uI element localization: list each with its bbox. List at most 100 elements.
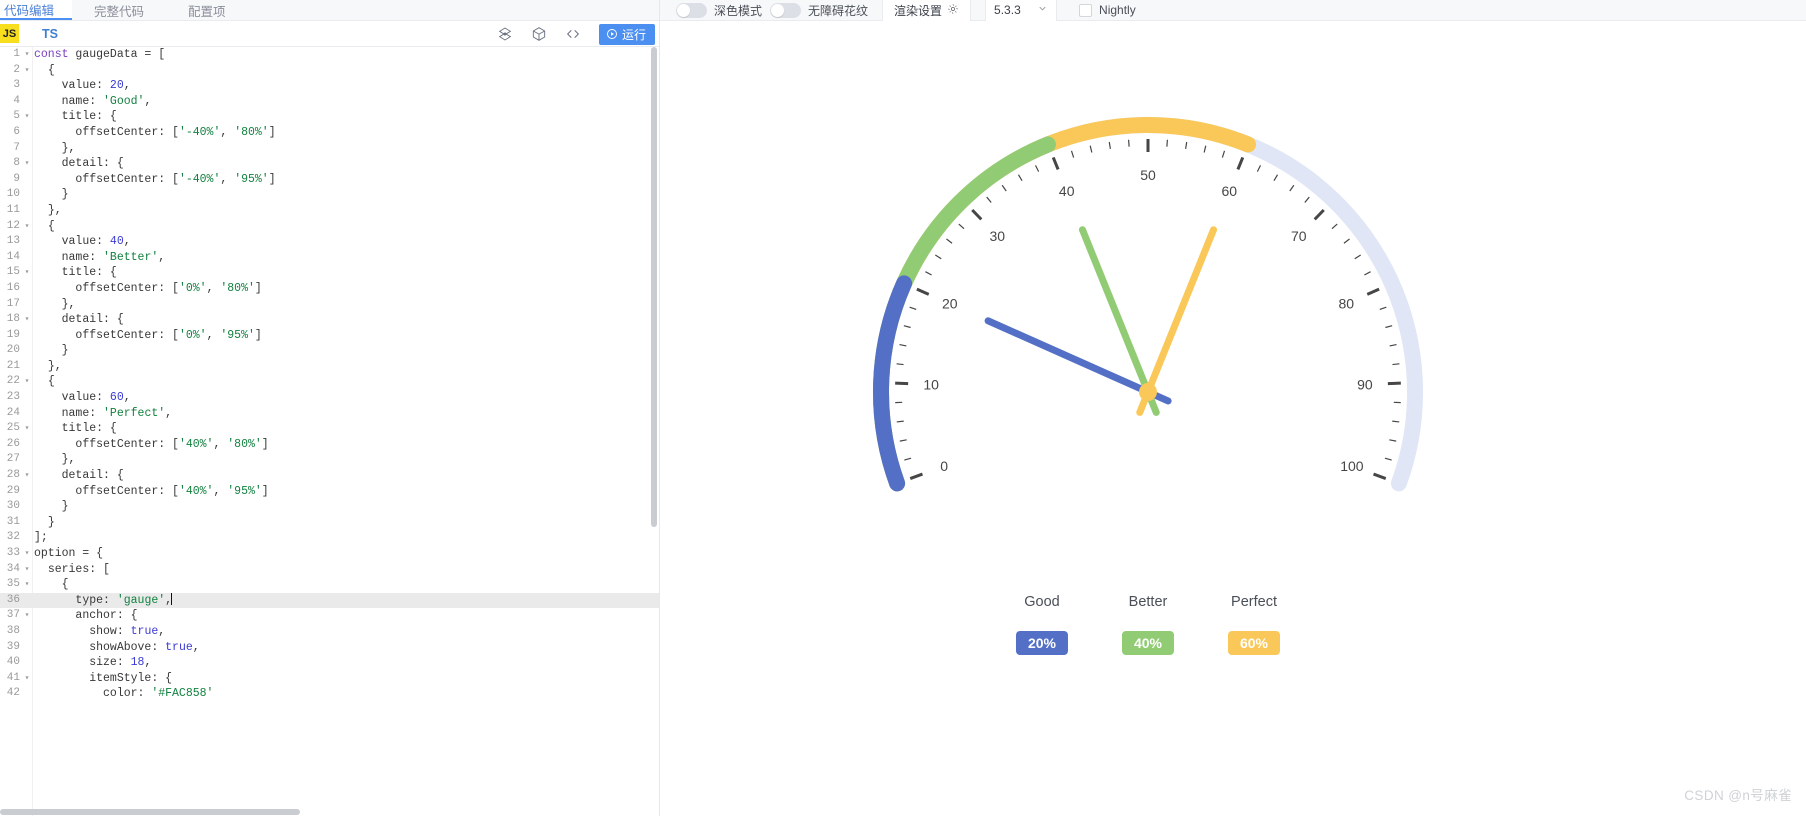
code-line[interactable]: 17 },	[0, 297, 659, 313]
code-line[interactable]: 30 }	[0, 499, 659, 515]
code-line-number: 27	[6, 453, 20, 466]
code-line[interactable]: 40 size: 18,	[0, 655, 659, 671]
gauge-minor-tick	[1392, 420, 1400, 423]
code-line-number: 41	[6, 671, 20, 684]
language-ts-button[interactable]: TS	[42, 27, 58, 41]
code-line[interactable]: 16 offsetCenter: ['0%', '80%']	[0, 281, 659, 297]
editor-scrollbar-thumb[interactable]	[651, 47, 657, 527]
code-line[interactable]: 34 ▾ series: [	[0, 562, 659, 578]
code-line-number: 19	[6, 328, 20, 341]
fold-caret-icon[interactable]: ▾	[22, 156, 32, 172]
gauge-minor-tick	[1070, 150, 1075, 158]
accessible-pattern-switch[interactable]	[770, 2, 802, 18]
code-line[interactable]: 33 ▾ option = {	[0, 546, 659, 562]
gauge-minor-tick	[946, 238, 953, 244]
code-line[interactable]: 1 ▾ const gaugeData = [	[0, 47, 659, 63]
code-line[interactable]: 22 ▾ {	[0, 374, 659, 390]
fold-caret-icon[interactable]: ▾	[22, 265, 32, 281]
fold-caret-icon[interactable]: ▾	[22, 608, 32, 624]
code-line[interactable]: 9 offsetCenter: ['-40%', '95%']	[0, 172, 659, 188]
code-line-text: title: {	[61, 266, 117, 280]
gauge-minor-tick	[1304, 196, 1310, 203]
gauge-minor-tick	[896, 363, 904, 366]
fold-caret-icon[interactable]: ▾	[22, 109, 32, 125]
code-line[interactable]: 39 showAbove: true,	[0, 640, 659, 656]
code-line[interactable]: 29 offsetCenter: ['40%', '95%']	[0, 484, 659, 500]
fold-caret-icon[interactable]: ▾	[22, 421, 32, 437]
fold-caret-icon[interactable]: ▾	[22, 219, 32, 235]
code-line-number: 6	[13, 125, 20, 138]
code-line[interactable]: 6 offsetCenter: ['-40%', '80%']	[0, 125, 659, 141]
gauge-minor-tick	[1343, 238, 1350, 244]
gauge-tick-label: 40	[1059, 183, 1075, 199]
code-line[interactable]: 25 ▾ title: {	[0, 421, 659, 437]
palette-icon[interactable]	[497, 26, 513, 42]
code-line[interactable]: 21 },	[0, 359, 659, 375]
editor-vertical-scrollbar[interactable]	[649, 47, 657, 816]
code-line[interactable]: 41 ▾ itemStyle: {	[0, 671, 659, 687]
code-line[interactable]: 37 ▾ anchor: {	[0, 608, 659, 624]
code-line[interactable]: 38 show: true,	[0, 624, 659, 640]
code-lines: 1 ▾ const gaugeData = [2 ▾ {3 value: 20, 4 n…	[0, 47, 659, 702]
code-line[interactable]: 12 ▾ {	[0, 219, 659, 235]
gauge-progress-perfect	[873, 117, 1257, 492]
code-line[interactable]: 2 ▾ {	[0, 63, 659, 79]
tab-full-code[interactable]: 完整代码	[72, 0, 166, 20]
editor-hscrollbar-thumb[interactable]	[0, 809, 300, 815]
code-line[interactable]: 20 }	[0, 343, 659, 359]
cube-icon[interactable]	[531, 26, 547, 42]
fold-caret-icon[interactable]: ▾	[22, 374, 32, 390]
fold-caret-icon[interactable]: ▾	[22, 468, 32, 484]
series-detail-good: 20%	[1015, 631, 1069, 655]
fold-caret-icon[interactable]: ▾	[22, 546, 32, 562]
code-line[interactable]: 11 },	[0, 203, 659, 219]
code-line[interactable]: 27 },	[0, 452, 659, 468]
code-line[interactable]: 3 value: 20,	[0, 78, 659, 94]
fold-caret-icon[interactable]: ▾	[22, 312, 32, 328]
code-line-text: }	[61, 500, 69, 514]
code-brackets-icon[interactable]	[565, 26, 581, 42]
editor-horizontal-scrollbar[interactable]	[0, 808, 659, 816]
code-line[interactable]: 13 value: 40,	[0, 234, 659, 250]
code-line-number: 34	[6, 562, 20, 575]
code-line[interactable]: 24 name: 'Perfect',	[0, 406, 659, 422]
code-line[interactable]: 32];	[0, 530, 659, 546]
gear-icon	[947, 3, 959, 18]
code-line[interactable]: 4 name: 'Good',	[0, 94, 659, 110]
code-line[interactable]: 15 ▾ title: {	[0, 265, 659, 281]
gauge-chart-canvas[interactable]: 0 10 20 30 40 50 60 70 80 90 100 Good Better Perfe…	[660, 21, 1806, 816]
dark-mode-switch[interactable]	[676, 2, 707, 18]
tab-config[interactable]: 配置项	[166, 0, 248, 20]
tab-code-edit[interactable]: 代码编辑	[0, 0, 73, 20]
run-button[interactable]: 运行	[598, 23, 655, 45]
code-line[interactable]: 18 ▾ detail: {	[0, 312, 659, 328]
gauge-minor-tick	[1017, 174, 1023, 182]
version-select[interactable]: 5.3.3	[985, 0, 1058, 21]
code-line[interactable]: 19 offsetCenter: ['0%', '95%']	[0, 328, 659, 344]
fold-caret-icon[interactable]: ▾	[22, 562, 32, 578]
fold-caret-icon[interactable]: ▾	[22, 577, 32, 593]
code-line[interactable]: 8 ▾ detail: {	[0, 156, 659, 172]
code-line-text: },	[47, 203, 62, 217]
code-line[interactable]: 10 }	[0, 187, 659, 203]
fold-caret-icon[interactable]: ▾	[22, 671, 32, 687]
language-js-button[interactable]: JS	[0, 24, 19, 43]
fold-caret-icon[interactable]: ▾	[22, 63, 32, 79]
code-line[interactable]: 35 ▾ {	[0, 577, 659, 593]
code-line[interactable]: 5 ▾ title: {	[0, 109, 659, 125]
code-line[interactable]: 42 color: '#FAC858'	[0, 686, 659, 702]
code-line[interactable]: 14 name: 'Better',	[0, 250, 659, 266]
render-settings-button[interactable]: 渲染设置	[882, 0, 972, 21]
gauge-minor-tick	[1256, 165, 1262, 172]
fold-caret-icon[interactable]: ▾	[22, 47, 32, 63]
code-text-area[interactable]: 1 ▾ const gaugeData = [2 ▾ {3 value: 20, 4 n…	[0, 47, 659, 816]
nightly-checkbox[interactable]	[1079, 3, 1093, 17]
code-line[interactable]: 23 value: 60,	[0, 390, 659, 406]
code-line[interactable]: 7 },	[0, 141, 659, 157]
text-caret	[171, 592, 173, 605]
code-line[interactable]: 28 ▾ detail: {	[0, 468, 659, 484]
code-line[interactable]: 36 type: 'gauge',	[0, 592, 659, 609]
code-line-text: },	[61, 453, 76, 467]
code-line[interactable]: 26 offsetCenter: ['40%', '80%']	[0, 437, 659, 453]
code-line[interactable]: 31 }	[0, 515, 659, 531]
